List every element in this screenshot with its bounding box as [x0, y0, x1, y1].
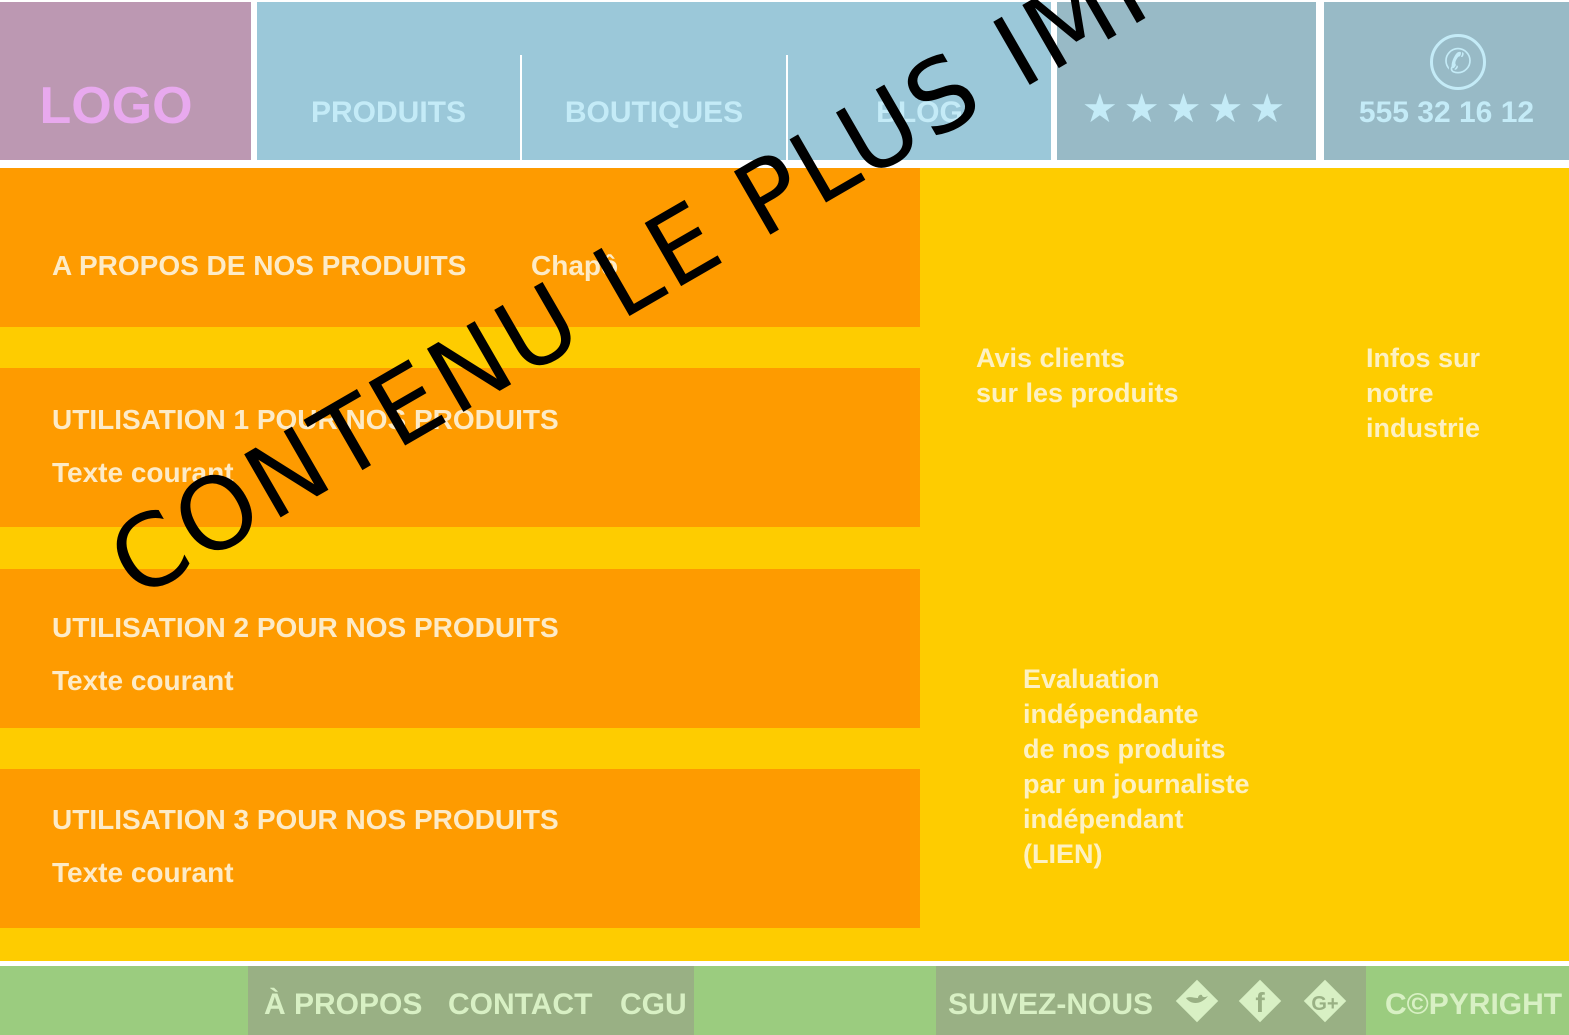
nav-item-produits[interactable]: PRODUITS: [257, 96, 520, 130]
industry-line: notre: [1366, 378, 1434, 408]
follow-us-label: SUIVEZ-NOUS: [948, 988, 1154, 1021]
industry-line: industrie: [1366, 413, 1481, 443]
phone-icon[interactable]: ✆: [1430, 34, 1486, 90]
industry-info[interactable]: Infos sur notre industrie: [1366, 341, 1480, 446]
footer-link-cgu[interactable]: CGU: [620, 988, 687, 1022]
logo[interactable]: LOGO: [0, 76, 232, 136]
svg-text:G+: G+: [1311, 993, 1338, 1015]
section-title: UTILISATION 3 POUR NOS PRODUITS: [52, 804, 559, 835]
reviews-line: sur les produits: [976, 378, 1179, 408]
svg-text:f: f: [1255, 987, 1265, 1018]
twitter-icon[interactable]: [1172, 976, 1222, 1026]
nav-item-boutiques[interactable]: BOUTIQUES: [522, 96, 786, 130]
section-title: A PROPOS DE NOS PRODUITS: [52, 250, 467, 281]
evaluation-line: de nos produits: [1023, 734, 1226, 764]
evaluation-line: par un journaliste: [1023, 769, 1250, 799]
section-usage-3: [0, 769, 920, 928]
customer-reviews[interactable]: Avis clients sur les produits: [976, 341, 1179, 411]
rating-stars: ★★★★★: [1081, 87, 1292, 131]
reviews-line: Avis clients: [976, 343, 1126, 373]
industry-line: Infos sur: [1366, 343, 1481, 373]
section-text: Texte courant: [52, 665, 234, 696]
footer-link-about[interactable]: À PROPOS: [264, 988, 422, 1022]
evaluation-line: indépendant: [1023, 804, 1184, 834]
google-plus-icon[interactable]: G+: [1300, 976, 1350, 1026]
section-text: Texte courant: [52, 857, 234, 888]
evaluation-line: indépendante: [1023, 699, 1199, 729]
facebook-icon[interactable]: f: [1235, 976, 1285, 1026]
independent-evaluation[interactable]: Evaluation indépendante de nos produits …: [1023, 662, 1250, 872]
evaluation-line: Evaluation: [1023, 664, 1160, 694]
copyright-text: C©PYRIGHT: [1385, 988, 1563, 1021]
section-title: UTILISATION 2 POUR NOS PRODUITS: [52, 612, 559, 643]
footer-link-contact[interactable]: CONTACT: [448, 988, 592, 1022]
evaluation-link[interactable]: (LIEN): [1023, 837, 1250, 872]
phone-number[interactable]: 555 32 16 12: [1324, 96, 1569, 130]
